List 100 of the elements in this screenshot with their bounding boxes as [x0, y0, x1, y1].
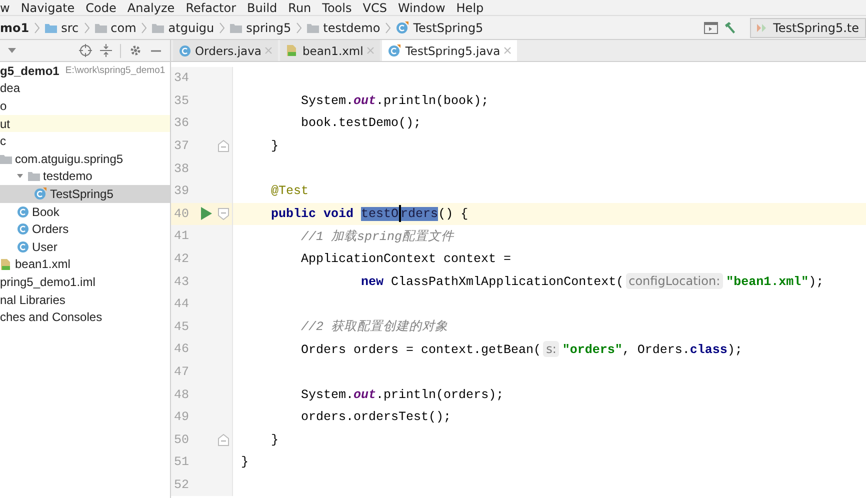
- tree-item-label: testdemo: [43, 169, 92, 184]
- tree-row[interactable]: testdemo: [0, 168, 170, 186]
- tree-row[interactable]: g5_demo1 E:\work\spring5_demo1: [0, 62, 170, 80]
- line-number: 49: [173, 410, 190, 424]
- tree-row[interactable]: User: [0, 238, 170, 256]
- class-icon: [17, 223, 29, 236]
- line-number: 47: [173, 365, 190, 380]
- tree-row[interactable]: o: [0, 97, 170, 115]
- menu-item[interactable]: Build: [247, 0, 278, 14]
- tree-item-label: pring5_demo1.iml: [0, 274, 96, 289]
- tree-row[interactable]: ut: [0, 114, 170, 132]
- menu-item[interactable]: Run: [288, 0, 312, 14]
- tree-item-label: Book: [32, 204, 60, 219]
- code-line: //1 加载spring配置文件: [301, 228, 454, 245]
- editor-tab[interactable]: TestSpring5.java: [382, 40, 518, 61]
- code-line: Orders orders = context.getBean( s: "orders", Orders.class);: [301, 342, 742, 357]
- breadcrumb[interactable]: TestSpring5: [413, 20, 484, 34]
- folder-icon: [94, 22, 107, 32]
- breadcrumb[interactable]: atguigu: [168, 20, 214, 34]
- chevron-icon: [296, 22, 302, 34]
- line-number: 39: [173, 184, 190, 198]
- tree-row[interactable]: ches and Consoles: [0, 308, 170, 326]
- tree-item-label: ches and Consoles: [0, 310, 102, 324]
- tree-item-label: Orders: [32, 222, 69, 236]
- run-window-icon[interactable]: [704, 22, 718, 34]
- line-number: 48: [173, 388, 190, 402]
- fold-marker-icon[interactable]: [218, 434, 228, 446]
- code-line: }: [241, 455, 249, 470]
- line-number: 34: [173, 71, 190, 86]
- menu-item[interactable]: Refactor: [186, 0, 236, 14]
- breadcrumb[interactable]: com: [110, 20, 136, 34]
- breadcrumb[interactable]: mo1: [0, 20, 30, 34]
- test-run-icon: [757, 24, 768, 32]
- code-line: @Test: [271, 184, 309, 198]
- code-line: //2 获取配置创建的对象: [301, 318, 448, 336]
- tree-row[interactable]: nal Libraries: [0, 290, 170, 308]
- code-line: System.out.println(orders);: [301, 388, 504, 402]
- test-class-icon: [34, 187, 47, 200]
- menu-item[interactable]: Code: [86, 0, 116, 14]
- line-number: 42: [173, 252, 190, 266]
- tree-row[interactable]: Book: [0, 202, 170, 220]
- expand-arrow-icon[interactable]: [17, 174, 23, 179]
- folder-icon: [307, 22, 320, 32]
- line-number: 45: [173, 320, 190, 334]
- caret-icon[interactable]: [8, 48, 16, 54]
- editor-tab[interactable]: Orders.java: [173, 40, 278, 61]
- folder-icon: [0, 154, 12, 164]
- collapse-icon[interactable]: [100, 44, 112, 57]
- menu-item[interactable]: Analyze: [127, 0, 175, 14]
- code-line: new ClassPathXmlApplicationContext( configLocation: "bean1.xml");: [361, 274, 824, 290]
- tree-row[interactable]: dea: [0, 80, 170, 98]
- tree-item-label: g5_demo1: [0, 64, 60, 78]
- xml-file-icon: [0, 258, 12, 271]
- breadcrumb[interactable]: src: [61, 20, 79, 34]
- line-number: 41: [173, 229, 190, 244]
- tree-item-label: bean1.xml: [15, 257, 70, 272]
- menu-item[interactable]: w: [0, 0, 10, 14]
- menu-item[interactable]: Window: [398, 0, 446, 14]
- folder-icon: [230, 22, 242, 32]
- chevron-icon: [385, 22, 392, 34]
- tree-row[interactable]: c: [0, 132, 170, 150]
- chevron-icon: [219, 22, 226, 34]
- chevron-icon: [34, 22, 40, 34]
- tree-row[interactable]: TestSpring5: [0, 185, 170, 203]
- fold-marker-icon[interactable]: [218, 140, 228, 152]
- menu-item[interactable]: Tools: [322, 0, 352, 14]
- tree-item-label: dea: [0, 81, 20, 96]
- breadcrumb[interactable]: spring5: [246, 20, 292, 34]
- chevron-icon: [84, 22, 90, 34]
- tree-row[interactable]: bean1.xml: [0, 256, 170, 274]
- line-number: 52: [173, 478, 190, 492]
- line-number: 43: [173, 274, 190, 289]
- folder-icon: [28, 171, 40, 182]
- tree-row[interactable]: pring5_demo1.iml: [0, 273, 170, 291]
- tree-item-label: c: [0, 134, 6, 148]
- line-number: 35: [173, 94, 190, 108]
- line-number: 50: [173, 432, 190, 447]
- menu-item[interactable]: Navigate: [20, 0, 75, 14]
- fold-marker-icon[interactable]: [218, 208, 228, 220]
- project-path: E:\work\spring5_demo1: [65, 65, 166, 76]
- code-line: book.testDemo();: [301, 116, 422, 130]
- line-number: 37: [173, 139, 190, 154]
- close-icon[interactable]: [504, 47, 512, 54]
- tree-item-label: com.atguigu.spring5: [15, 152, 124, 166]
- tree-row[interactable]: Orders: [0, 220, 170, 238]
- run-configuration-dropdown[interactable]: TestSpring5.te: [750, 18, 866, 38]
- line-number: 51: [173, 455, 190, 470]
- menu-item[interactable]: VCS: [362, 0, 387, 14]
- editor-tab[interactable]: bean1.xml: [280, 40, 380, 61]
- tree-row[interactable]: com.atguigu.spring5: [0, 150, 170, 168]
- line-number: 36: [173, 116, 190, 130]
- class-icon: [17, 240, 29, 253]
- run-icon[interactable]: [200, 207, 212, 220]
- target-icon[interactable]: [79, 44, 92, 57]
- menu-item[interactable]: Help: [456, 0, 484, 14]
- breadcrumb[interactable]: testdemo: [323, 20, 380, 34]
- test-class-icon: [396, 21, 410, 34]
- settings-icon[interactable]: [129, 44, 142, 57]
- hammer-icon[interactable]: [723, 20, 738, 34]
- folder-icon: [45, 22, 58, 32]
